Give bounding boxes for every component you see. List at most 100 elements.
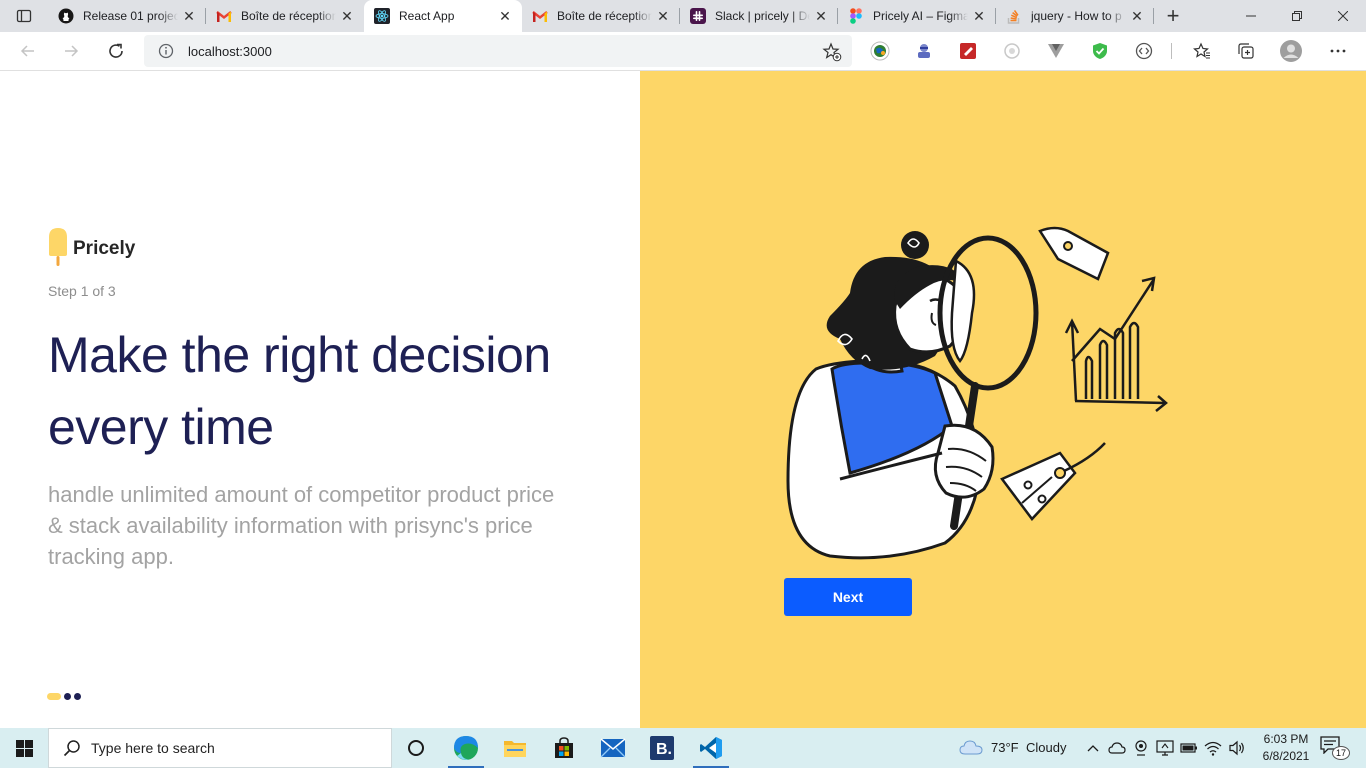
close-tab-icon[interactable]: ✕ [178,5,200,27]
wifi-icon[interactable] [1204,739,1222,757]
pagination-dot-3[interactable] [74,693,81,700]
tab-title: React App [399,9,455,23]
weather-cloudy-icon[interactable] [958,738,984,756]
gmail-icon [532,8,548,24]
taskbar-vscode[interactable] [687,728,735,768]
start-button[interactable] [0,728,48,768]
search-placeholder: Type here to search [91,740,215,756]
close-icon [1338,11,1348,21]
extension-vue-devtools-icon[interactable] [1045,40,1067,62]
extension-grey-circle-icon[interactable] [1001,40,1023,62]
logo-text: Pricely [73,238,136,259]
tab-title: Boîte de réception [557,9,652,23]
more-options-icon[interactable] [1327,40,1349,62]
tab-gmail-inbox-2[interactable]: Boîte de réception ✕ [522,0,680,32]
close-tab-icon[interactable]: ✕ [494,5,516,27]
browser-tab-strip: Release 01 project ✕ Boîte de réception … [0,0,1366,32]
arrow-right-icon [65,45,79,57]
restore-icon [1292,11,1302,21]
tab-title: jquery - How to p [1031,9,1122,23]
edge-icon [454,736,478,760]
task-view-button[interactable] [392,728,440,768]
extension-agent-icon[interactable] [913,40,935,62]
tab-stackoverflow[interactable]: jquery - How to p ✕ [996,0,1154,32]
taskbar-search-box[interactable]: Type here to search [48,728,392,768]
taskbar-store[interactable] [540,728,588,768]
toolbar-divider [1171,43,1172,59]
forward-button[interactable] [56,36,86,66]
tab-slack[interactable]: Slack | pricely | Dev ✕ [680,0,838,32]
gmail-icon [216,8,232,24]
web-page: Pricely Step 1 of 3 Make the right decis… [0,71,1366,728]
close-tab-icon[interactable]: ✕ [336,5,358,27]
pagination-dot-2[interactable] [64,693,71,700]
taskbar-b-app[interactable]: B. [638,728,686,768]
action-center-button[interactable]: 17 [1320,736,1350,762]
search-icon [63,740,80,757]
tab-figma[interactable]: Pricely AI – Figma ✕ [838,0,996,32]
close-tab-icon[interactable]: ✕ [810,5,832,27]
profile-avatar[interactable] [1280,40,1302,62]
clock-date: 6/8/2021 [1262,749,1310,763]
tab-title: Pricely AI – Figma [873,9,968,23]
collections-icon[interactable] [1235,40,1257,62]
weather-temperature[interactable]: 73°F [991,740,1019,755]
store-bag-icon [555,737,573,758]
react-icon [374,8,390,24]
restore-button[interactable] [1274,0,1320,32]
pagination-dots [47,693,81,700]
new-tab-button[interactable]: + [1160,4,1186,28]
taskbar-mail[interactable] [589,728,637,768]
arrow-left-icon [20,45,34,57]
close-tab-icon[interactable]: ✕ [1126,5,1148,27]
taskbar-file-explorer[interactable] [491,728,539,768]
extension-colorzilla-icon[interactable] [957,40,979,62]
extension-world-icon[interactable] [869,40,891,62]
pagination-dot-1[interactable] [47,693,61,700]
description: handle unlimited amount of competitor pr… [48,482,555,569]
tab-release-project[interactable]: Release 01 project ✕ [48,0,206,32]
taskbar-edge[interactable] [442,728,490,768]
tab-react-app[interactable]: React App ✕ [364,0,522,32]
battery-icon[interactable] [1180,739,1198,757]
figma-icon [848,8,864,24]
pricely-logo: Pricely [48,227,135,267]
windows-taskbar: Type here to search B. 73°F Cloudy 6:03 … [0,728,1366,768]
headline: Make the right decision every time [48,319,628,463]
next-button[interactable]: Next [784,578,912,616]
b-app-icon: B. [650,736,674,760]
close-tab-icon[interactable]: ✕ [652,5,674,27]
volume-icon[interactable] [1228,739,1246,757]
tab-actions-menu[interactable] [0,0,48,32]
webcam-icon[interactable] [1132,739,1150,757]
info-icon[interactable] [158,43,174,59]
add-favorite-icon[interactable] [822,42,842,62]
stackoverflow-icon [1006,8,1022,24]
extension-code-icon[interactable] [1133,40,1155,62]
refresh-icon [109,43,123,58]
tab-gmail-inbox-1[interactable]: Boîte de réception ✕ [206,0,364,32]
headline-line-2: every time [48,399,274,455]
svg-text:B.: B. [656,741,672,758]
display-settings-icon[interactable] [1156,739,1174,757]
favorites-icon[interactable] [1191,40,1213,62]
tab-title: Boîte de réception [241,9,336,23]
clock-time: 6:03 PM [1263,732,1309,746]
minimize-button[interactable] [1228,0,1274,32]
show-hidden-icons-chevron-icon[interactable] [1084,739,1102,757]
close-window-button[interactable] [1320,0,1366,32]
refresh-button[interactable] [101,36,131,66]
tab-title: Release 01 project [83,9,178,23]
address-bar[interactable]: localhost:3000 [144,35,852,67]
folder-icon [504,741,526,757]
extension-shield-icon[interactable] [1089,40,1111,62]
vscode-icon [700,737,722,759]
weather-description[interactable]: Cloudy [1026,740,1066,755]
system-clock[interactable]: 6:03 PM 6/8/2021 [1250,731,1322,765]
close-tab-icon[interactable]: ✕ [968,5,990,27]
back-button[interactable] [13,36,43,66]
onedrive-cloud-icon[interactable] [1108,739,1126,757]
windows-logo-icon [15,739,33,757]
github-icon [58,8,74,24]
step-indicator: Step 1 of 3 [48,283,116,299]
